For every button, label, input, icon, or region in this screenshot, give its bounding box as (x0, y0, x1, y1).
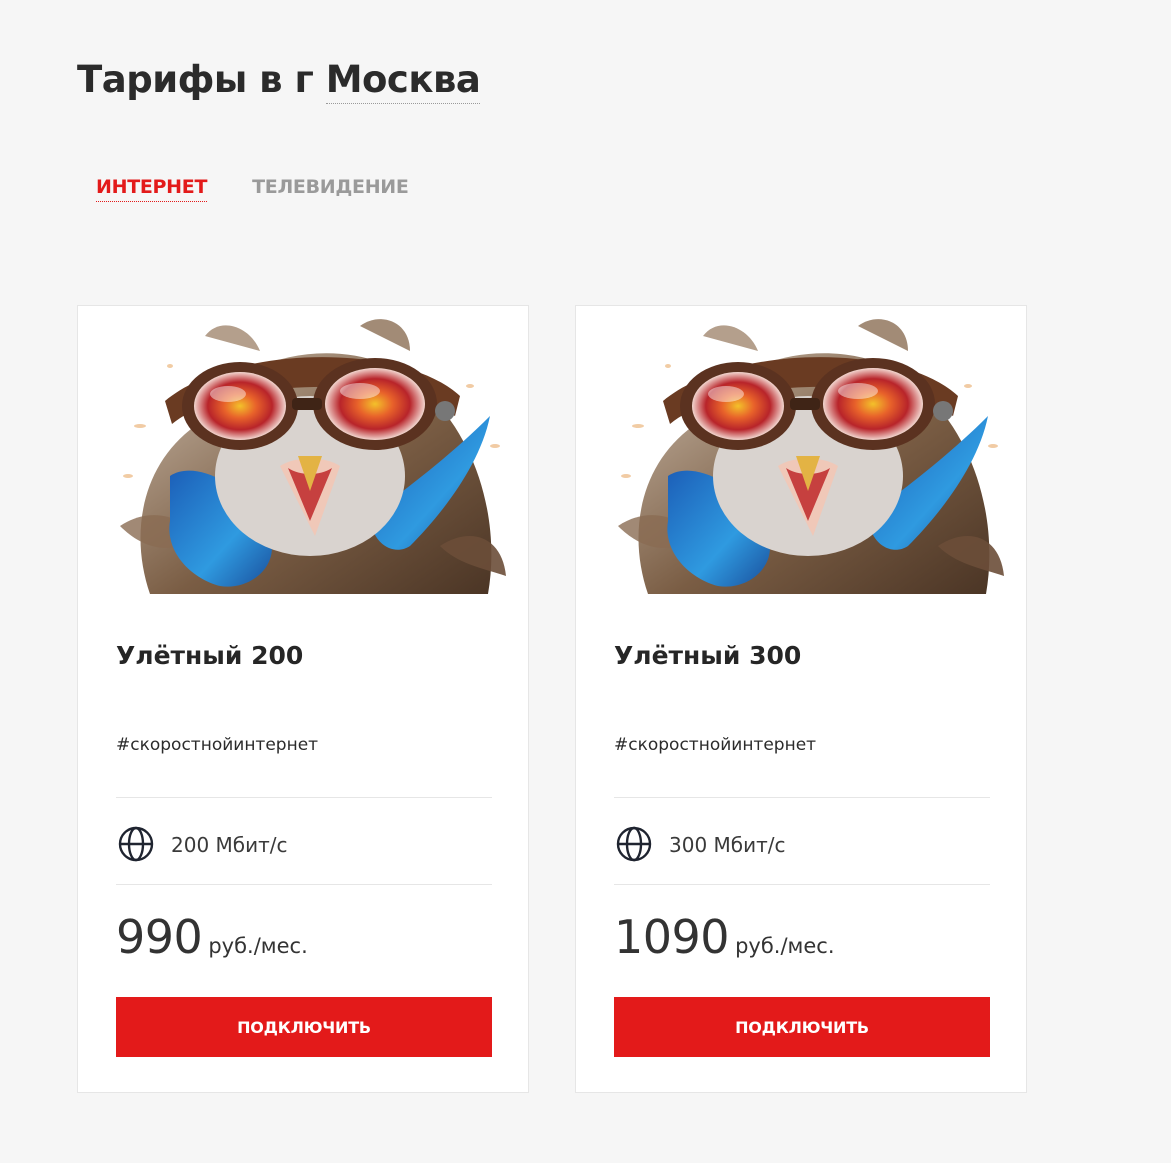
tariff-hashtag: #скоростнойинтернет (116, 735, 319, 755)
price-value: 1090 (614, 910, 730, 964)
page-title: Тарифы в г Москва (77, 58, 481, 104)
divider (116, 884, 492, 885)
tariff-name: Улётный 300 (614, 641, 802, 670)
page-title-prefix: Тарифы в г (77, 58, 314, 101)
price-value: 990 (116, 910, 203, 964)
tariff-name: Улётный 200 (116, 641, 304, 670)
tariff-price: 990 руб./мес. (116, 910, 308, 964)
tariff-card: Улётный 200 #скоростнойинтернет 200 Мбит… (77, 305, 529, 1093)
connect-button[interactable]: ПОДКЛЮЧИТЬ (116, 997, 492, 1057)
tariff-card: Улётный 300 #скоростнойинтернет 300 Мбит… (575, 305, 1027, 1093)
connect-button[interactable]: ПОДКЛЮЧИТЬ (614, 997, 990, 1057)
owl-with-goggles-illustration-icon (618, 319, 1004, 594)
owl-with-goggles-illustration-icon (120, 319, 506, 594)
city-selector[interactable]: Москва (325, 58, 481, 104)
tariff-price: 1090 руб./мес. (614, 910, 835, 964)
globe-icon (118, 826, 154, 862)
divider (614, 884, 990, 885)
tariff-speed: 300 Мбит/с (669, 833, 786, 857)
tab-internet[interactable]: ИНТЕРНЕТ (96, 176, 207, 202)
price-unit: руб./мес. (208, 934, 308, 958)
price-unit: руб./мес. (735, 934, 835, 958)
tab-television[interactable]: ТЕЛЕВИДЕНИЕ (252, 176, 409, 202)
tariff-tabs: ИНТЕРНЕТ ТЕЛЕВИДЕНИЕ (96, 176, 409, 202)
divider (116, 797, 492, 798)
tariff-hashtag: #скоростнойинтернет (614, 735, 817, 755)
globe-icon (616, 826, 652, 862)
divider (614, 797, 990, 798)
tariff-speed: 200 Мбит/с (171, 833, 288, 857)
